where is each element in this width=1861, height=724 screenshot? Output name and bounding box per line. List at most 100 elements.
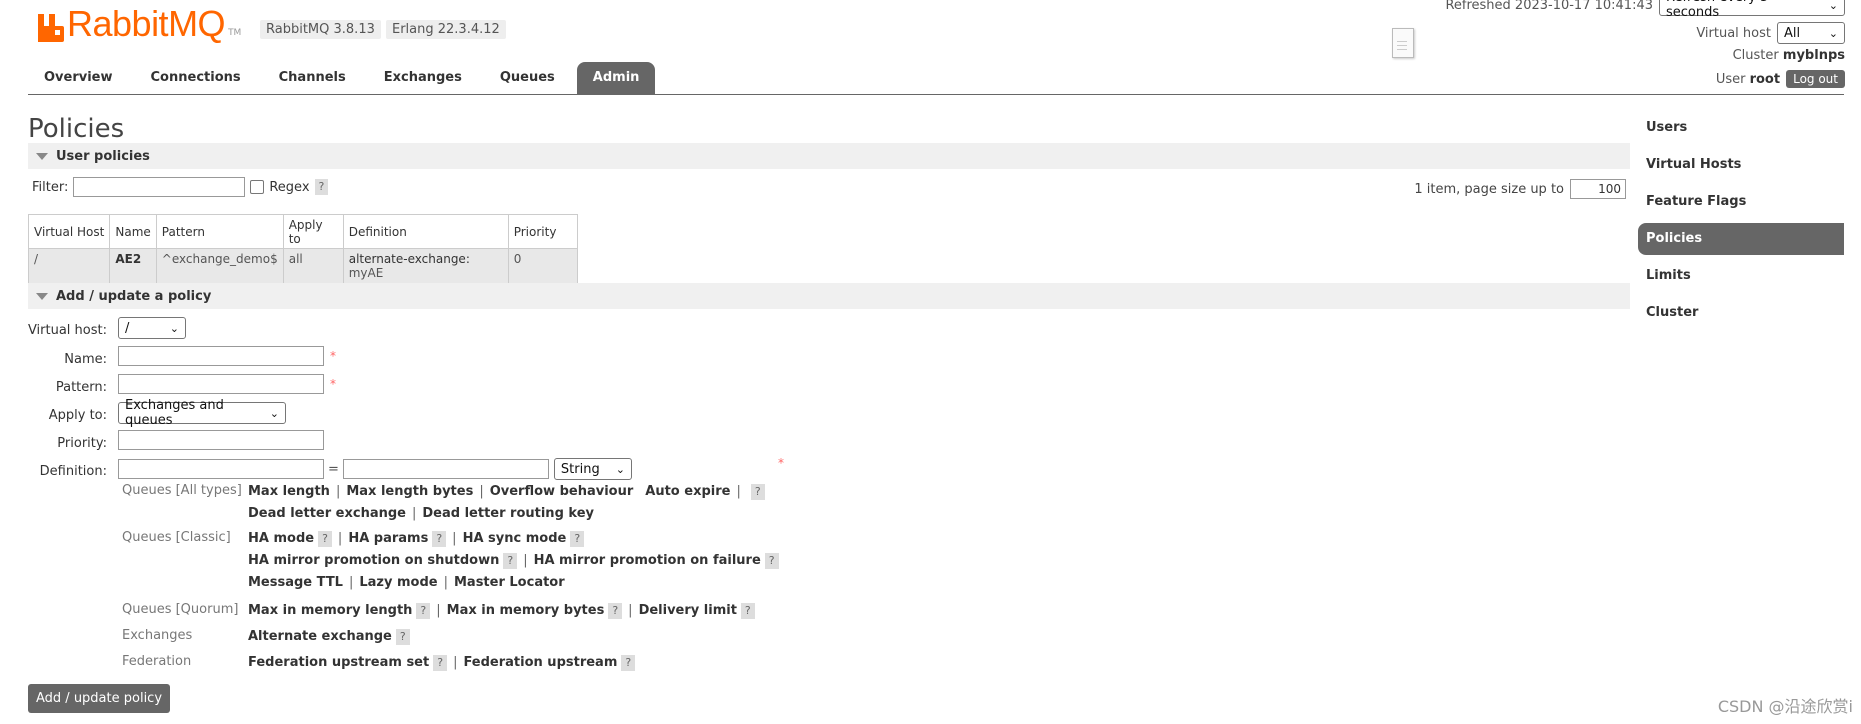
link-ha-params[interactable]: HA params xyxy=(348,531,428,546)
header-vhost-select[interactable]: All ⌄ xyxy=(1777,22,1845,44)
sidebar-item-policies[interactable]: Policies xyxy=(1638,223,1844,255)
regex-help-button[interactable]: ? xyxy=(314,179,329,195)
refreshed-timestamp: Refreshed 2023-10-17 10:41:43 xyxy=(1445,0,1653,13)
required-mark: * xyxy=(330,349,336,363)
tab-queues[interactable]: Queues xyxy=(484,62,571,94)
help-button[interactable]: ? xyxy=(432,531,447,547)
link-auto-expire[interactable]: Auto expire xyxy=(645,484,730,499)
tab-exchanges[interactable]: Exchanges xyxy=(368,62,478,94)
link-ha-promotion-shutdown[interactable]: HA mirror promotion on shutdown xyxy=(248,553,499,568)
sidebar-item-users[interactable]: Users xyxy=(1638,112,1844,144)
policy-name-input[interactable] xyxy=(118,346,324,366)
sidebar-item-cluster[interactable]: Cluster xyxy=(1638,297,1844,329)
erlang-version-badge: Erlang 22.3.4.12 xyxy=(386,20,506,39)
add-policy-section-toggle[interactable]: Add / update a policy xyxy=(28,283,1630,309)
chevron-down-icon: ⌄ xyxy=(1828,0,1838,12)
help-button[interactable]: ? xyxy=(740,603,755,619)
col-virtual-host[interactable]: Virtual Host xyxy=(27,214,111,249)
regex-checkbox[interactable] xyxy=(250,180,265,194)
link-delivery-limit[interactable]: Delivery limit xyxy=(639,603,737,618)
chevron-down-icon: ⌄ xyxy=(169,321,179,335)
add-update-policy-button[interactable]: Add / update policy xyxy=(28,684,171,713)
filter-label: Filter: xyxy=(32,179,69,195)
link-max-in-memory-length[interactable]: Max in memory length xyxy=(248,603,412,618)
policy-pattern-input[interactable] xyxy=(118,374,324,394)
queues-all-links: Max length | Max length bytes | Overflow beh… xyxy=(248,484,765,500)
definition-type-select[interactable]: String ⌄ xyxy=(553,458,632,480)
col-name[interactable]: Name xyxy=(109,214,157,249)
help-button[interactable]: ? xyxy=(395,629,410,645)
group-federation: Federation xyxy=(122,654,192,669)
rabbitmq-version-badge: RabbitMQ 3.8.13 xyxy=(260,20,381,39)
cell-priority: 0 xyxy=(507,248,578,284)
tab-connections[interactable]: Connections xyxy=(135,62,257,94)
link-max-length[interactable]: Max length xyxy=(248,484,330,499)
col-definition[interactable]: Definition xyxy=(342,214,509,249)
separator: | xyxy=(337,531,343,546)
separator: | xyxy=(452,531,457,546)
link-ha-mode[interactable]: HA mode xyxy=(248,531,314,546)
help-button[interactable]: ? xyxy=(621,655,636,671)
link-overflow-behaviour[interactable]: Overflow behaviour xyxy=(490,484,634,499)
help-button[interactable]: ? xyxy=(433,655,448,671)
policy-priority-input[interactable] xyxy=(118,430,324,450)
help-button[interactable]: ? xyxy=(318,531,332,547)
help-button[interactable]: ? xyxy=(570,531,585,547)
apply-to-select[interactable]: Exchanges and queues ⌄ xyxy=(118,398,286,428)
col-pattern[interactable]: Pattern xyxy=(155,214,284,249)
logout-button[interactable]: Log out xyxy=(1786,70,1845,88)
link-federation-upstream-set[interactable]: Federation upstream set xyxy=(248,655,429,670)
cluster-label: Cluster xyxy=(1732,48,1779,63)
cluster-name: myblnps xyxy=(1782,48,1845,63)
link-max-length-bytes[interactable]: Max length bytes xyxy=(346,484,473,499)
tab-admin[interactable]: Admin xyxy=(576,62,656,94)
help-button[interactable]: ? xyxy=(750,484,765,500)
definition-key-input[interactable] xyxy=(118,459,324,479)
exchanges-links: Alternate exchange? xyxy=(248,629,410,645)
separator: | xyxy=(436,603,441,618)
link-dead-letter-routing-key[interactable]: Dead letter routing key xyxy=(422,506,594,521)
separator: | xyxy=(335,484,341,499)
link-message-ttl[interactable]: Message TTL xyxy=(248,575,343,590)
col-priority[interactable]: Priority xyxy=(507,214,578,249)
user-policies-title: User policies xyxy=(56,148,150,164)
help-button[interactable]: ? xyxy=(416,603,431,619)
filter-input[interactable] xyxy=(73,177,246,197)
rabbitmq-logo-icon xyxy=(38,14,64,42)
link-ha-sync-mode[interactable]: HA sync mode xyxy=(463,531,567,546)
cell-apply-to: all xyxy=(282,248,344,284)
logo-text: RabbitMQ xyxy=(67,3,226,44)
link-max-in-memory-bytes[interactable]: Max in memory bytes xyxy=(447,603,605,618)
table-row[interactable]: / AE2 ^exchange_demo$ all alternate-exch… xyxy=(27,248,578,284)
help-button[interactable]: ? xyxy=(503,553,518,569)
refresh-interval-value: Refresh every 5 seconds xyxy=(1666,0,1768,20)
link-lazy-mode[interactable]: Lazy mode xyxy=(359,575,437,590)
tab-overview[interactable]: Overview xyxy=(28,62,129,94)
tab-channels[interactable]: Channels xyxy=(263,62,362,94)
group-exchanges: Exchanges xyxy=(122,628,193,643)
cell-policy-name[interactable]: AE2 xyxy=(109,248,157,284)
form-vhost-select[interactable]: / ⌄ xyxy=(118,317,186,339)
col-apply-to[interactable]: Apply to xyxy=(282,214,344,249)
main-tabs: Overview Connections Channels Exchanges … xyxy=(28,62,661,94)
rabbitmq-logo[interactable]: RabbitMQ TM xyxy=(38,6,241,42)
user-policies-section-toggle[interactable]: User policies xyxy=(28,143,1630,169)
link-federation-upstream[interactable]: Federation upstream xyxy=(463,655,617,670)
sidebar-item-virtual-hosts[interactable]: Virtual Hosts xyxy=(1638,149,1844,181)
link-ha-promotion-failure[interactable]: HA mirror promotion on failure xyxy=(534,553,761,568)
equals-sign: = xyxy=(328,461,339,477)
form-definition-label: Definition: xyxy=(39,464,107,479)
definition-value-input[interactable] xyxy=(342,459,549,479)
page-title: Policies xyxy=(28,114,125,144)
sidebar-item-feature-flags[interactable]: Feature Flags xyxy=(1638,186,1844,218)
help-button[interactable]: ? xyxy=(764,553,779,569)
refresh-interval-select[interactable]: Refresh every 5 seconds ⌄ xyxy=(1659,0,1845,20)
sidebar-item-limits[interactable]: Limits xyxy=(1638,260,1844,292)
page-size-input[interactable]: 100 xyxy=(1570,179,1626,199)
paging-text: 1 item, page size up to xyxy=(1414,181,1564,197)
link-master-locator[interactable]: Master Locator xyxy=(454,575,565,590)
help-button[interactable]: ? xyxy=(608,603,623,619)
definition-key: alternate-exchange: xyxy=(348,252,470,266)
link-alternate-exchange[interactable]: Alternate exchange xyxy=(248,629,392,644)
link-dead-letter-exchange[interactable]: Dead letter exchange xyxy=(248,506,406,521)
